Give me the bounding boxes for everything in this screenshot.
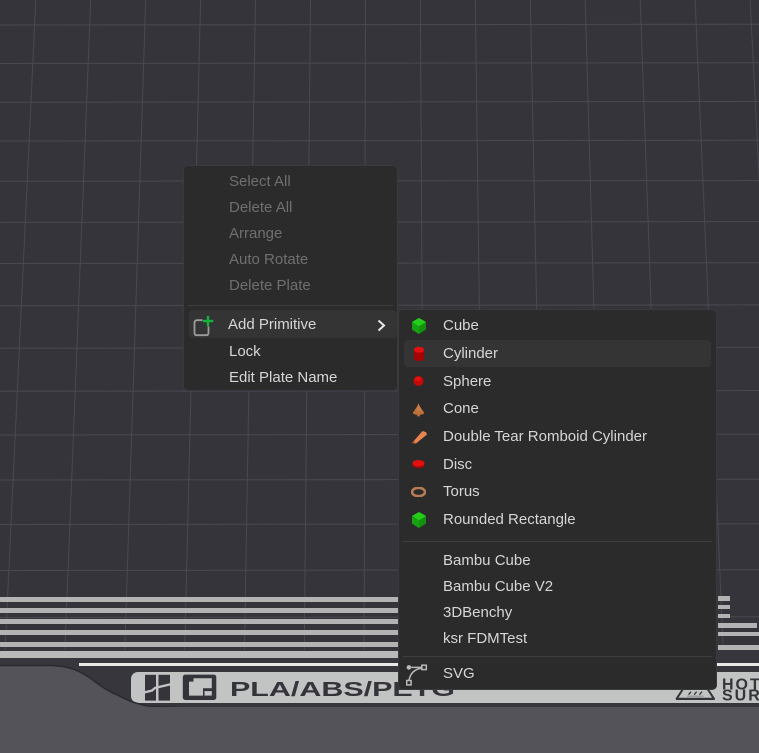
svg-text:SURF: SURF xyxy=(722,688,759,703)
